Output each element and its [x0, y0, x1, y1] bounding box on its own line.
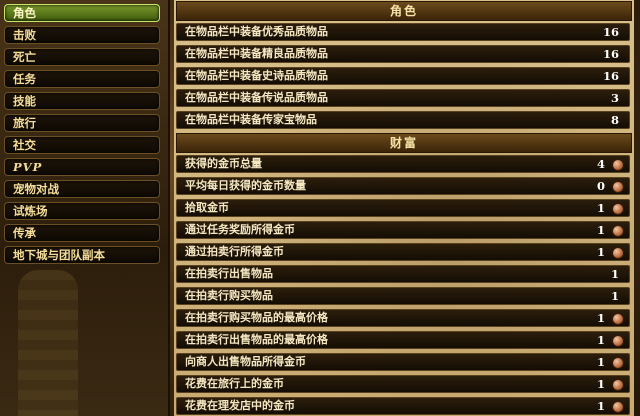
stat-row: 在物品栏中装备精良品质物品 16 [176, 45, 630, 63]
category-kills[interactable]: 击败 [4, 26, 160, 44]
category-dungeons-raids[interactable]: 地下城与团队副本 [4, 246, 160, 264]
stat-row: 在拍卖行购买物品的最高价格 1 [176, 309, 630, 327]
stat-label: 拾取金币 [185, 201, 229, 214]
category-social[interactable]: 社交 [4, 136, 160, 154]
section-header-wealth: 财富 [176, 133, 632, 153]
stat-value: 3 [610, 91, 619, 105]
stat-value: 1 [596, 201, 605, 215]
stat-value: 1 [596, 355, 605, 369]
stat-value: 0 [596, 179, 605, 193]
copper-coin-icon [612, 401, 624, 413]
stat-row: 通过拍卖行所得金币 1 [176, 243, 630, 261]
stat-value: 16 [602, 47, 619, 61]
copper-coin-icon [612, 159, 624, 171]
stat-label: 在物品栏中装备传说品质物品 [185, 91, 328, 104]
stat-value: 4 [596, 157, 605, 171]
stat-row: 在拍卖行出售物品的最高价格 1 [176, 331, 630, 349]
stat-label: 在拍卖行购买物品 [185, 289, 273, 302]
stat-label: 在物品栏中装备精良品质物品 [185, 47, 328, 60]
category-quests[interactable]: 任务 [4, 70, 160, 88]
category-sidebar: 角色 击败 死亡 任务 技能 旅行 社交 PVP 宠物对战 试炼场 传承 地下城… [0, 0, 170, 416]
stat-value: 1 [596, 399, 605, 413]
stat-row: 在拍卖行出售物品 1 [176, 265, 630, 283]
stat-label: 通过拍卖行所得金币 [185, 245, 284, 258]
category-pet-battles[interactable]: 宠物对战 [4, 180, 160, 198]
stat-row: 获得的金币总量 4 [176, 155, 630, 173]
stat-row: 通过任务奖励所得金币 1 [176, 221, 630, 239]
stat-row: 在物品栏中装备史诗品质物品 16 [176, 67, 630, 85]
stat-row: 平均每日获得的金币数量 0 [176, 177, 630, 195]
stat-row: 在拍卖行购买物品 1 [176, 287, 630, 305]
stat-value: 1 [596, 245, 605, 259]
category-character[interactable]: 角色 [4, 4, 160, 22]
stat-label: 花费在旅行上的金币 [185, 377, 284, 390]
sidebar-totem-decoration [18, 270, 78, 416]
category-legacy[interactable]: 传承 [4, 224, 160, 242]
copper-coin-icon [612, 247, 624, 259]
category-deaths[interactable]: 死亡 [4, 48, 160, 66]
copper-coin-icon [612, 379, 624, 391]
stat-label: 在拍卖行出售物品 [185, 267, 273, 280]
category-pvp[interactable]: PVP [4, 158, 160, 176]
stat-row: 花费在理发店中的金币 1 [176, 397, 630, 415]
copper-coin-icon [612, 357, 624, 369]
stat-value: 1 [596, 333, 605, 347]
stat-value: 16 [602, 69, 619, 83]
stat-value: 8 [610, 113, 619, 127]
stat-label: 在拍卖行出售物品的最高价格 [185, 333, 328, 346]
stat-label: 花费在理发店中的金币 [185, 399, 295, 412]
stat-label: 平均每日获得的金币数量 [185, 179, 306, 192]
stat-value: 1 [610, 289, 619, 303]
stat-row: 在物品栏中装备传家宝物品 8 [176, 111, 630, 129]
section-header-character: 角色 [176, 1, 632, 21]
stat-row: 花费在旅行上的金币 1 [176, 375, 630, 393]
stat-row: 在物品栏中装备优秀品质物品 16 [176, 23, 630, 41]
stat-row: 拾取金币 1 [176, 199, 630, 217]
stat-label: 在拍卖行购买物品的最高价格 [185, 311, 328, 324]
category-travel[interactable]: 旅行 [4, 114, 160, 132]
copper-coin-icon [612, 225, 624, 237]
stat-value: 1 [610, 267, 619, 281]
category-proving-grounds[interactable]: 试炼场 [4, 202, 160, 220]
copper-coin-icon [612, 313, 624, 325]
stat-label: 获得的金币总量 [185, 157, 262, 170]
stat-value: 1 [596, 223, 605, 237]
stat-label: 向商人出售物品所得金币 [185, 355, 306, 368]
copper-coin-icon [612, 181, 624, 193]
stat-label: 通过任务奖励所得金币 [185, 223, 295, 236]
stat-value: 1 [596, 377, 605, 391]
stat-row: 在物品栏中装备传说品质物品 3 [176, 89, 630, 107]
stat-label: 在物品栏中装备史诗品质物品 [185, 69, 328, 82]
copper-coin-icon [612, 203, 624, 215]
statistics-window: 角色 击败 死亡 任务 技能 旅行 社交 PVP 宠物对战 试炼场 传承 地下城… [0, 0, 640, 416]
copper-coin-icon [612, 335, 624, 347]
stat-label: 在物品栏中装备优秀品质物品 [185, 25, 328, 38]
category-skills[interactable]: 技能 [4, 92, 160, 110]
stat-value: 16 [602, 25, 619, 39]
stat-label: 在物品栏中装备传家宝物品 [185, 113, 317, 126]
stat-row: 向商人出售物品所得金币 1 [176, 353, 630, 371]
statistics-panel: 角色 在物品栏中装备优秀品质物品 16 在物品栏中装备精良品质物品 16 在物品… [174, 0, 634, 416]
stat-value: 1 [596, 311, 605, 325]
